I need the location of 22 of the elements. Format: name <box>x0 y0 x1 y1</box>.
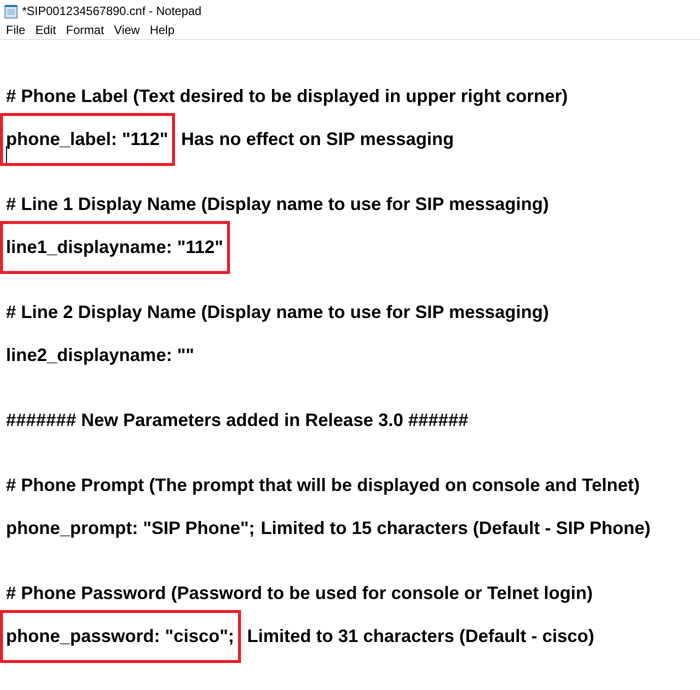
menu-item[interactable]: View <box>114 20 140 38</box>
highlighted-setting: phone_label: "112" <box>0 113 176 166</box>
comment-line: # Phone Label (Text desired to be displayed in upper right corner) <box>5 85 568 108</box>
setting-line: line2_displayname: "" <box>5 344 194 367</box>
menu-item[interactable]: Help <box>150 20 175 38</box>
setting-line: phone_prompt: "SIP Phone"; <box>5 517 255 540</box>
menu-item[interactable]: Format <box>66 20 104 38</box>
setting-note: Limited to 31 characters (Default - cisco) <box>247 625 594 648</box>
setting-note: Has no effect on SIP messaging <box>181 128 454 151</box>
comment-line: # Phone Prompt (The prompt that will be displayed on console and Telnet) <box>5 474 640 497</box>
menu-item[interactable]: Edit <box>35 20 56 38</box>
window-title: *SIP001234567890.cnf - Notepad <box>22 3 202 20</box>
setting-note: Limited to 15 characters (Default - SIP Phone) <box>260 517 651 540</box>
comment-line: # Phone Password (Password to be used for console or Telnet login) <box>5 582 593 605</box>
menu-item[interactable]: File <box>6 20 26 38</box>
text-cursor <box>6 146 7 163</box>
notepad-icon <box>4 4 18 18</box>
comment-line: # Line 2 Display Name (Display name to use for SIP messaging) <box>5 301 549 324</box>
comment-line: # Line 1 Display Name (Display name to use for SIP messaging) <box>5 193 549 216</box>
highlighted-setting: phone_password: "cisco"; <box>0 610 242 663</box>
highlighted-setting: line1_displayname: "112" <box>0 221 230 274</box>
comment-line: ####### New Parameters added in Release 3.0 ###### <box>5 409 468 432</box>
